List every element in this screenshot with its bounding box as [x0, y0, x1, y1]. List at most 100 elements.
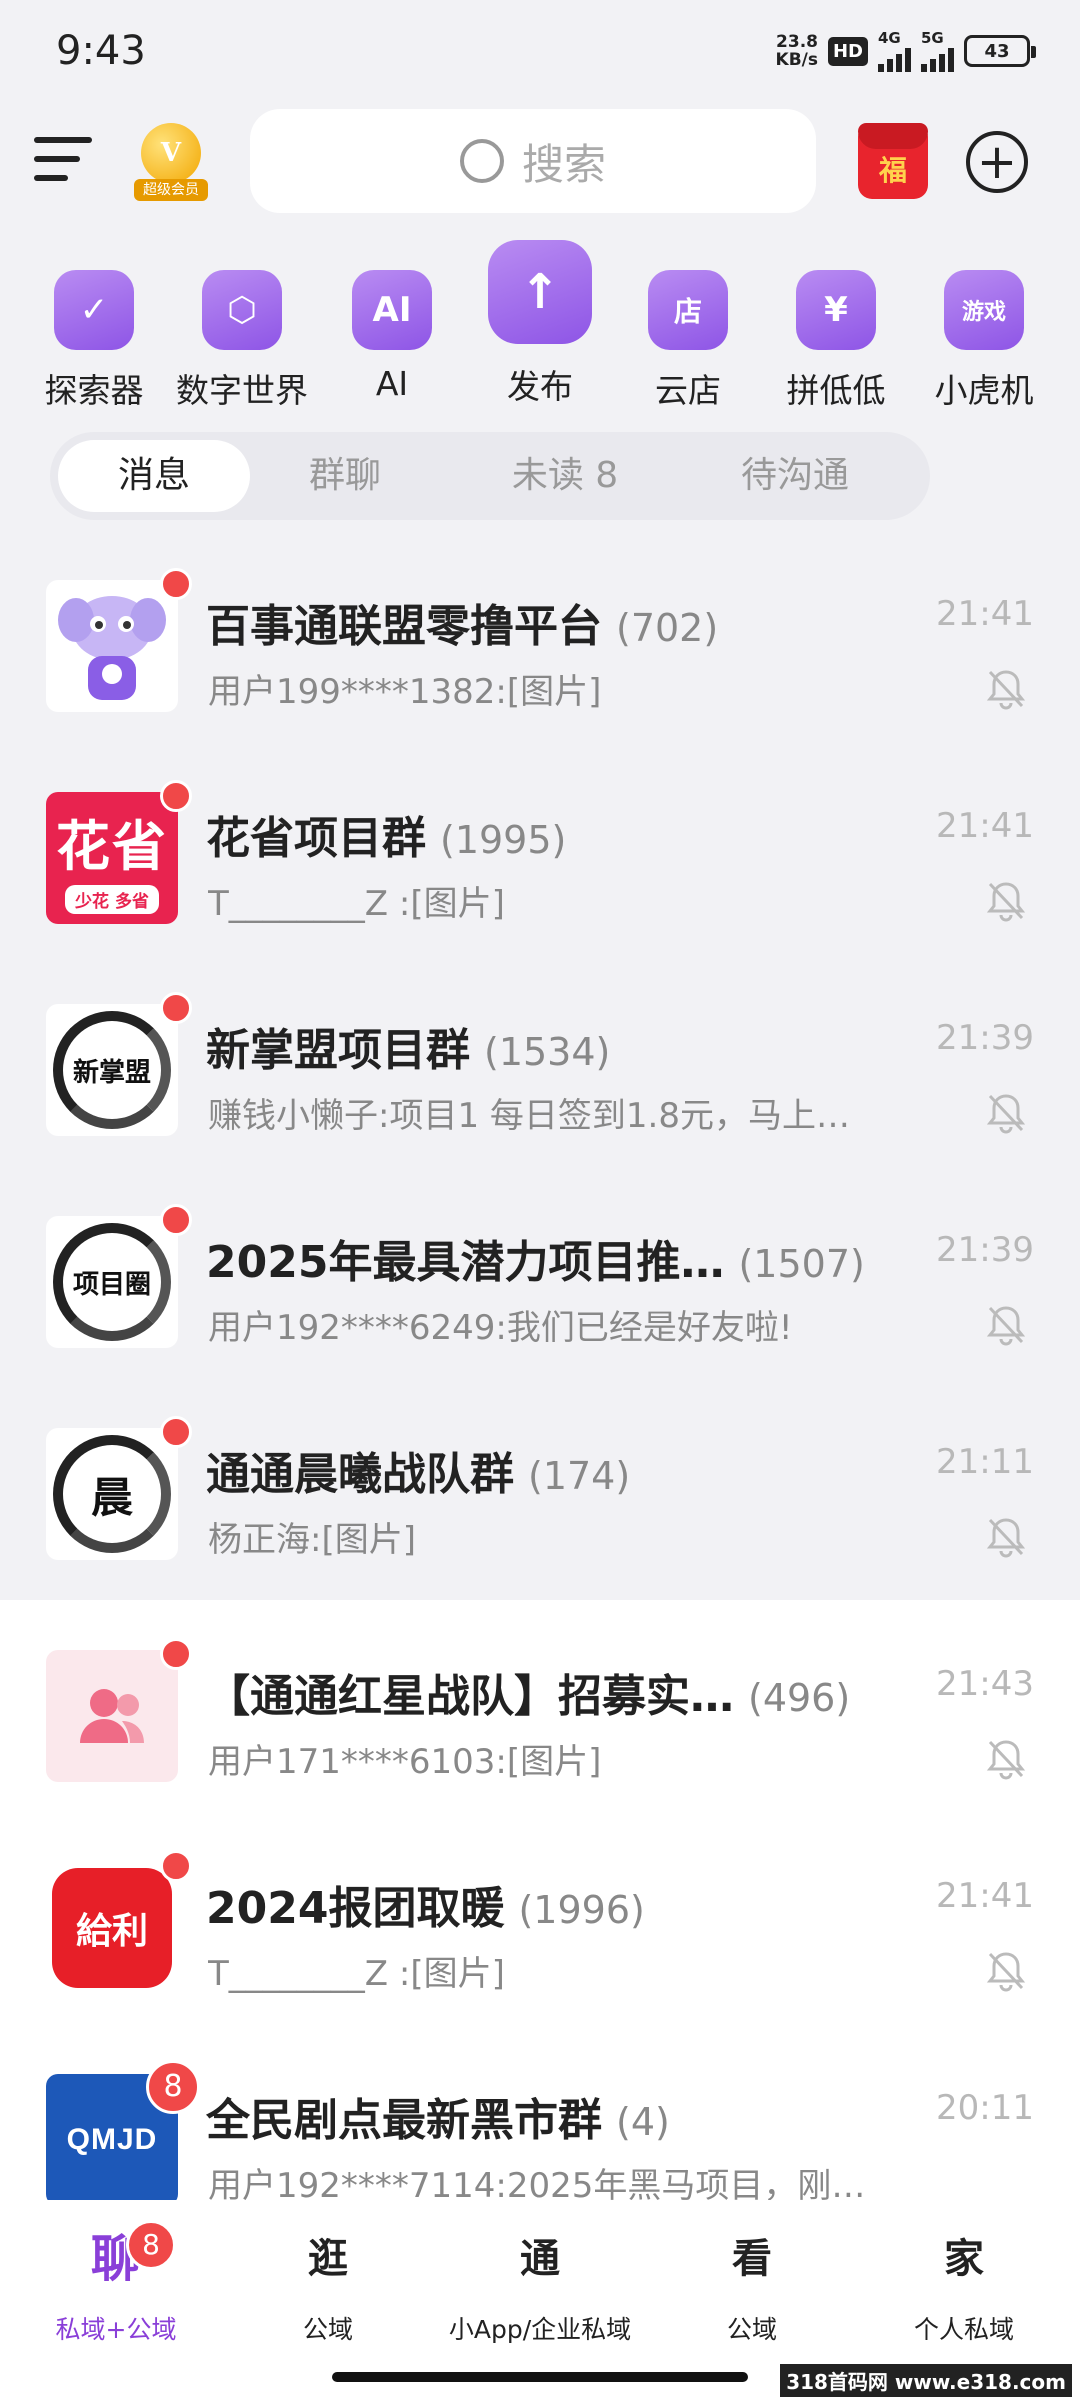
last-message: T________Z :[图片] — [208, 1954, 505, 1994]
mute-bell-icon — [986, 1306, 1026, 1346]
quick-app-tiger-machine[interactable]: 游戏 小虎机 — [910, 270, 1058, 412]
nav-connect[interactable]: 通 小App/企业私域 — [430, 2230, 650, 2346]
quick-app-explorer[interactable]: ✓ 探索器 — [20, 270, 168, 412]
chat-title: 2024报团取暖 (1996) — [206, 1883, 645, 1934]
message-time: 21:39 — [936, 1018, 1034, 1058]
last-message: 用户192****6249:我们已经是好友啦! — [208, 1308, 793, 1348]
member-count: (174) — [528, 1454, 631, 1498]
mute-bell-icon — [986, 1094, 1026, 1134]
last-message: T________Z :[图片] — [208, 884, 505, 924]
chat-title: 【通通红星战队】招募实… (496) — [206, 1671, 851, 1722]
search-input[interactable]: 搜索 — [250, 109, 816, 213]
quick-app-publish[interactable]: ↑ 发布 — [466, 240, 614, 408]
quick-app-label: 发布 — [507, 367, 573, 406]
nav-label: 小App/企业私域 — [448, 2315, 632, 2344]
avatar-logo-text: 晨 — [53, 1435, 171, 1553]
nav-label: 个人私域 — [913, 2315, 1014, 2344]
store-icon: 店 — [648, 270, 728, 350]
mute-bell-icon — [986, 1952, 1026, 1992]
nav-label: 私域+公域 — [55, 2315, 177, 2344]
watermark: 318首码网 www.e318.com — [780, 2364, 1072, 2397]
upload-icon: ↑ — [488, 240, 592, 344]
chat-row[interactable]: 【通通红星战队】招募实… (496) 用户171****6103:[图片] 21:… — [0, 1600, 1080, 1812]
last-message: 用户199****1382:[图片] — [208, 672, 602, 712]
chat-icon: 聊 — [91, 2230, 141, 2288]
top-bar: V 超级会员 搜索 福 + — [0, 105, 1080, 215]
nav-chat[interactable]: 聊 私域+公域 8 — [6, 2220, 226, 2346]
mute-bell-icon — [986, 882, 1026, 922]
quick-app-pindidi[interactable]: ¥ 拼低低 — [762, 270, 910, 412]
message-time: 21:41 — [936, 1876, 1034, 1916]
add-button[interactable]: + — [966, 131, 1028, 193]
red-packet-button[interactable]: 福 — [858, 123, 928, 199]
message-tabs: 消息 群聊 未读 8 待沟通 — [50, 432, 930, 520]
tab-messages[interactable]: 消息 — [58, 440, 250, 512]
vip-badge[interactable]: V 超级会员 — [132, 123, 210, 201]
nav-home[interactable]: 家 个人私域 — [854, 2230, 1074, 2346]
message-time: 21:39 — [936, 1230, 1034, 1270]
game-icon: 游戏 — [944, 270, 1024, 350]
chat-title: 花省项目群 (1995) — [206, 813, 567, 864]
quick-app-label: 探索器 — [44, 371, 144, 410]
quick-app-label: AI — [375, 364, 409, 403]
mute-bell-icon — [986, 670, 1026, 710]
signal-4g-icon: 4G — [878, 30, 911, 72]
net-speed-value: 23.8 — [776, 32, 818, 52]
chat-row[interactable]: 新掌盟 新掌盟项目群 (1534) 赚钱小懒子:项目1 每日签到1.8元，马上… … — [0, 954, 1080, 1166]
avatar-logo-subtext: 少花 多省 — [65, 885, 159, 914]
unread-dot — [160, 1416, 192, 1448]
quick-app-ai[interactable]: AI AI — [318, 270, 466, 403]
nav-label: 公域 — [302, 2315, 353, 2344]
battery-icon: 43 — [964, 35, 1036, 67]
unread-dot — [160, 1850, 192, 1882]
cube-icon: ⬡ — [202, 270, 282, 350]
ink-logo-avatar: 项目圈 — [46, 1216, 178, 1348]
message-time: 21:41 — [936, 594, 1034, 634]
nav-browse[interactable]: 逛 公域 — [218, 2230, 438, 2346]
chat-row[interactable]: 项目圈 2025年最具潜力项目推… (1507) 用户192****6249:我们… — [0, 1166, 1080, 1378]
chat-title: 通通晨曦战队群 (174) — [206, 1449, 631, 1500]
huasheng-avatar: 花省 少花 多省 — [46, 792, 178, 924]
tab-pending[interactable]: 待沟通 — [700, 440, 890, 512]
message-time: 21:41 — [936, 806, 1034, 846]
quick-app-digital-world[interactable]: ⬡ 数字世界 — [168, 270, 316, 412]
home-indicator[interactable] — [332, 2372, 748, 2382]
ai-icon: AI — [352, 270, 432, 350]
member-count: (4) — [616, 2100, 670, 2144]
last-message: 杨正海:[图片] — [208, 1520, 416, 1560]
mute-bell-icon — [986, 1518, 1026, 1558]
menu-icon[interactable] — [34, 137, 92, 181]
geili-avatar: 給利 — [46, 1862, 178, 1994]
tab-unread[interactable]: 未读 8 — [470, 440, 660, 512]
quick-apps: ✓ 探索器 ⬡ 数字世界 AI AI ↑ 发布 店 云店 ¥ 拼低低 游戏 小虎… — [0, 240, 1080, 410]
chat-row[interactable]: 花省 少花 多省 花省项目群 (1995) T________Z :[图片] 21… — [0, 742, 1080, 954]
member-count: (702) — [616, 606, 719, 650]
search-icon — [459, 139, 504, 183]
nav-label: 公域 — [726, 2315, 777, 2344]
ink-logo-avatar: 晨 — [46, 1428, 178, 1560]
last-message: 用户171****6103:[图片] — [208, 1742, 602, 1782]
search-placeholder: 搜索 — [521, 139, 606, 189]
chat-row[interactable]: QMJD 8 全民剧点最新黑市群 (4) 用户192****7114:2025年黑… — [0, 2024, 1080, 2206]
discount-icon: ¥ — [796, 270, 876, 350]
nav-watch[interactable]: 看 公域 — [642, 2230, 862, 2346]
unread-count-badge: 8 — [146, 2060, 200, 2114]
member-count: (1507) — [738, 1242, 865, 1286]
connect-icon: 通 — [520, 2236, 560, 2282]
avatar-logo-text: QMJD — [66, 2123, 158, 2156]
quick-app-cloud-store[interactable]: 店 云店 — [614, 270, 762, 412]
unread-dot — [160, 1638, 192, 1670]
browse-icon: 逛 — [308, 2236, 348, 2282]
chat-title: 新掌盟项目群 (1534) — [206, 1025, 611, 1076]
member-count: (1995) — [440, 818, 567, 862]
chat-row[interactable]: 百事通联盟零撸平台 (702) 用户199****1382:[图片] 21:41 — [0, 530, 1080, 742]
member-count: (496) — [748, 1676, 851, 1720]
chat-row[interactable]: 給利 2024报团取暖 (1996) T________Z :[图片] 21:41 — [0, 1812, 1080, 2024]
tab-group-chats[interactable]: 群聊 — [250, 440, 440, 512]
message-time: 21:11 — [936, 1442, 1034, 1482]
home-icon: 家 — [944, 2236, 984, 2282]
nav-unread-badge: 8 — [126, 2220, 176, 2270]
signal-5g-label: 5G — [921, 29, 944, 47]
chat-row[interactable]: 晨 通通晨曦战队群 (174) 杨正海:[图片] 21:11 — [0, 1378, 1080, 1590]
message-time: 20:11 — [936, 2088, 1034, 2128]
